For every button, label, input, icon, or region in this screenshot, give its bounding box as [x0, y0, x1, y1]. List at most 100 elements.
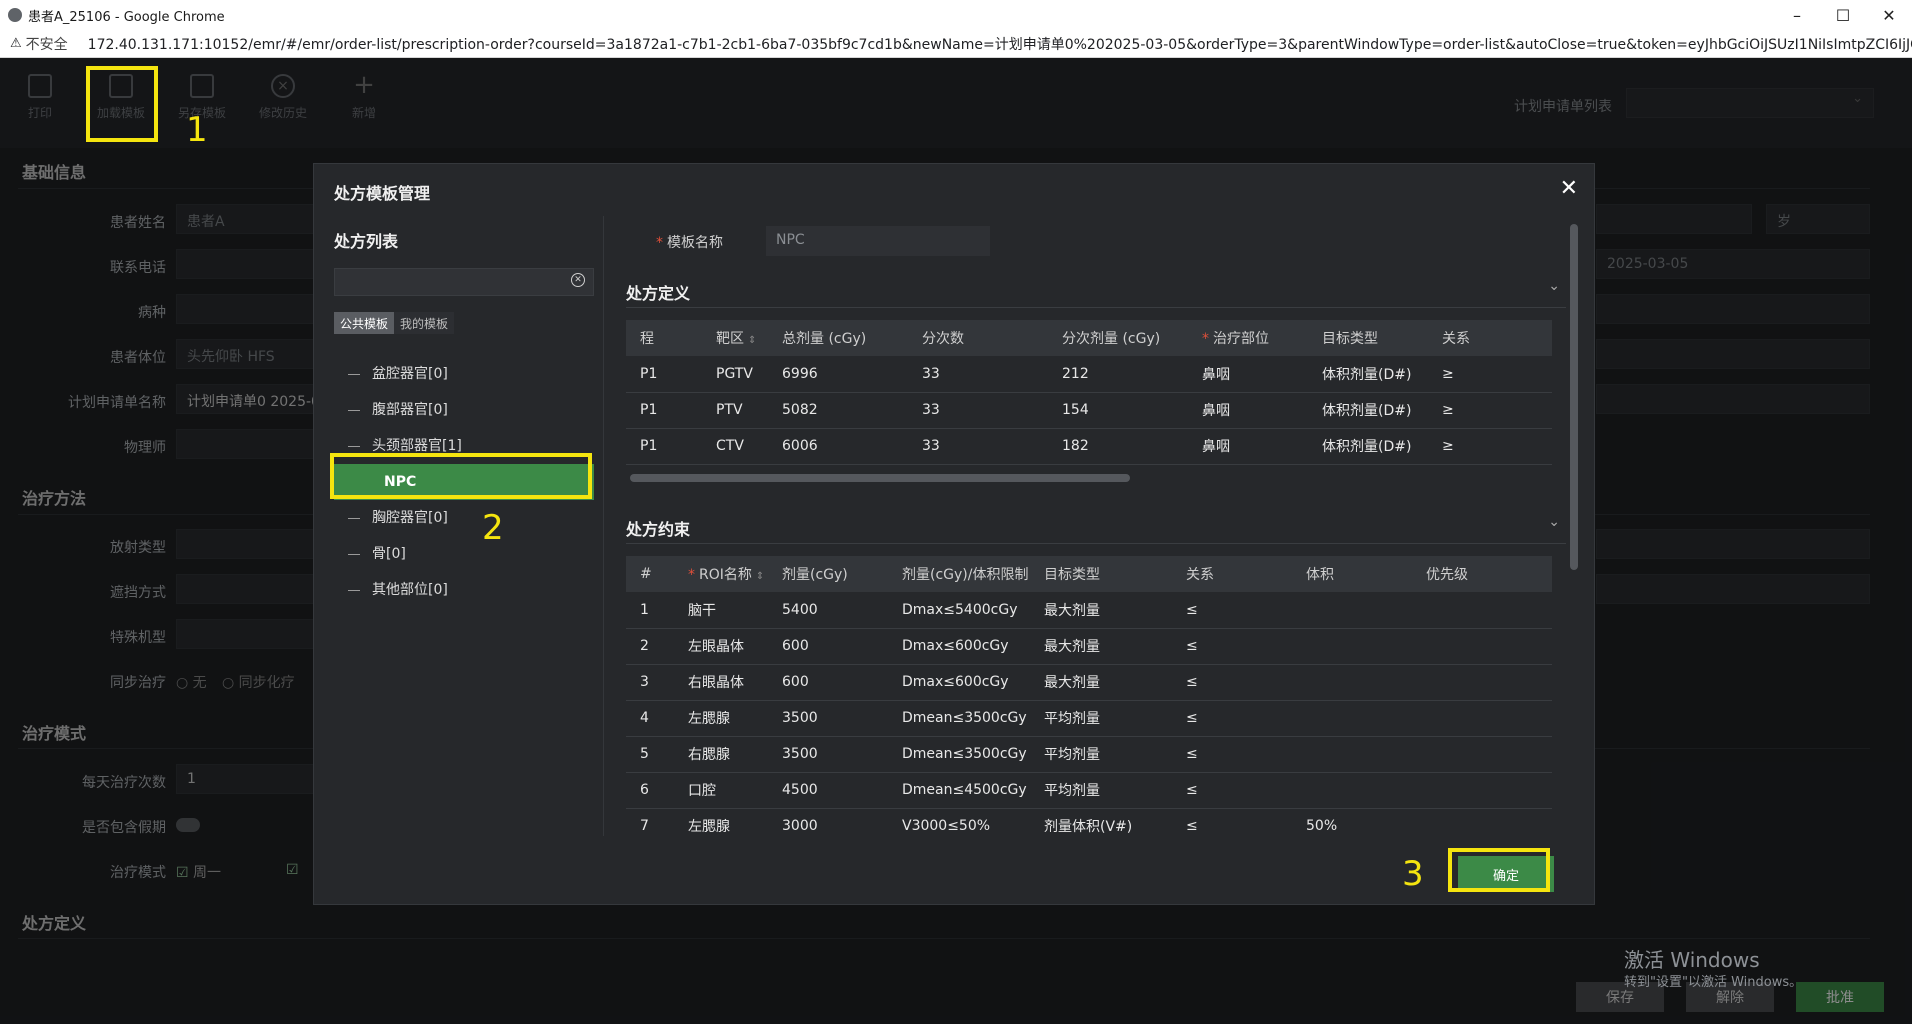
col-goal-type: 目标类型: [1308, 320, 1428, 356]
tree-item-pelvis[interactable]: 盆腔器官[0]: [334, 356, 594, 392]
close-window-button[interactable]: ✕: [1866, 0, 1912, 30]
template-detail-pane: * 模板名称 NPC 处方定义 ⌄ 程 靶区 ⇕ 总剂量 (cGy) 分次数 分次剂…: [606, 216, 1584, 836]
url-text[interactable]: 172.40.131.171:10152/emr/#/emr/order-lis…: [88, 34, 1912, 54]
cell: ≤: [1172, 592, 1292, 629]
table-row[interactable]: 6 口腔 4500 Dmean≤4500cGy 平均剂量 ≤: [626, 772, 1552, 809]
tree-item-thorax[interactable]: 胸腔器官[0]: [334, 500, 594, 536]
col-roi-name[interactable]: * ROI名称 ⇕: [674, 556, 768, 592]
col-fraction-dose: 分次剂量 (cGy): [1048, 320, 1188, 356]
cell: [1412, 736, 1552, 773]
constraints-header-row: # * ROI名称 ⇕ 剂量(cGy) 剂量(cGy)/体积限制 目标类型 关系 体…: [626, 556, 1552, 592]
table-row[interactable]: 2 左眼晶体 600 Dmax≤600cGy 最大剂量 ≤: [626, 628, 1552, 665]
cell: 212: [1048, 356, 1188, 393]
cell: [1292, 592, 1412, 629]
chevron-down-icon[interactable]: ⌄: [1548, 514, 1560, 530]
cell: 600: [768, 664, 888, 701]
annotation-3: 3: [1402, 854, 1424, 894]
col-course: 程: [626, 320, 702, 356]
warning-icon: ⚠: [10, 36, 22, 51]
tree-item-bone[interactable]: 骨[0]: [334, 536, 594, 572]
col-target[interactable]: 靶区 ⇕: [702, 320, 768, 356]
cell: P1: [626, 428, 702, 465]
cell: ≤: [1172, 808, 1292, 836]
tree-item-other[interactable]: 其他部位[0]: [334, 572, 594, 608]
cell: ≥: [1428, 356, 1552, 393]
tab-my-templates[interactable]: 我的模板: [394, 312, 455, 334]
close-icon[interactable]: ✕: [1560, 176, 1578, 201]
cell: 1: [626, 592, 674, 629]
sort-icon[interactable]: ⇕: [748, 335, 756, 346]
required-mark: *: [688, 567, 695, 583]
constraints-title: 处方约束: [626, 520, 691, 539]
maximize-button[interactable]: ☐: [1820, 0, 1866, 30]
cell: 平均剂量: [1030, 700, 1172, 737]
cell: [1292, 736, 1412, 773]
modal-header: 处方模板管理 ✕: [314, 164, 1594, 216]
template-search-input[interactable]: ✕: [334, 268, 594, 296]
col-total-dose: 总剂量 (cGy): [768, 320, 908, 356]
windows-watermark-sub: 转到"设置"以激活 Windows。: [1624, 975, 1803, 990]
horizontal-scrollbar[interactable]: [630, 474, 1130, 482]
cell: P1: [626, 356, 702, 393]
chevron-down-icon[interactable]: ⌄: [1548, 278, 1560, 294]
security-label[interactable]: 不安全: [26, 34, 68, 54]
cell: ≤: [1172, 772, 1292, 809]
cell: [1292, 700, 1412, 737]
cell: 2: [626, 628, 674, 665]
sort-icon[interactable]: ⇕: [756, 571, 764, 582]
table-row[interactable]: 5 右腮腺 3500 Dmean≤3500cGy 平均剂量 ≤: [626, 736, 1552, 773]
highlight-load-template: [86, 66, 158, 142]
table-row[interactable]: P1 CTV 6006 33 182 鼻咽 体积剂量(D#) ≥: [626, 428, 1552, 465]
cell: ≥: [1428, 392, 1552, 429]
cell: PTV: [702, 392, 768, 429]
cell: 最大剂量: [1030, 664, 1172, 701]
col-dose: 剂量(cGy): [768, 556, 888, 592]
cell: 鼻咽: [1188, 356, 1308, 393]
table-row[interactable]: 7 左腮腺 3000 V3000≤50% 剂量体积(V#) ≤ 50%: [626, 808, 1552, 836]
col-volume: 体积: [1292, 556, 1412, 592]
definition-section-header[interactable]: 处方定义 ⌄: [626, 274, 1566, 308]
tab-public-templates[interactable]: 公共模板: [334, 312, 395, 334]
minimize-button[interactable]: –: [1774, 0, 1820, 30]
col-target-label: 靶区: [716, 331, 744, 347]
template-tabs: 公共模板 我的模板: [334, 312, 455, 334]
cell: 182: [1048, 428, 1188, 465]
cell: 50%: [1292, 808, 1412, 836]
cell: 左眼晶体: [674, 628, 768, 665]
annotation-1: 1: [186, 110, 208, 150]
col-roi-name-label: ROI名称: [699, 567, 752, 583]
clear-icon[interactable]: ✕: [571, 273, 585, 287]
cell: Dmean≤3500cGy: [888, 736, 1030, 773]
table-row[interactable]: 4 左腮腺 3500 Dmean≤3500cGy 平均剂量 ≤: [626, 700, 1552, 737]
definition-title: 处方定义: [626, 284, 691, 303]
table-row[interactable]: 3 右眼晶体 600 Dmax≤600cGy 最大剂量 ≤: [626, 664, 1552, 701]
cell: [1292, 628, 1412, 665]
cell: 154: [1048, 392, 1188, 429]
constraints-section-header[interactable]: 处方约束 ⌄: [626, 510, 1566, 544]
table-row[interactable]: P1 PTV 5082 33 154 鼻咽 体积剂量(D#) ≥: [626, 392, 1552, 429]
col-dose-limit: 剂量(cGy)/体积限制: [888, 556, 1030, 592]
cell: [1412, 772, 1552, 809]
cell: 最大剂量: [1030, 628, 1172, 665]
table-row[interactable]: 1 脑干 5400 Dmax≤5400cGy 最大剂量 ≤: [626, 592, 1552, 629]
cell: 3500: [768, 736, 888, 773]
cell: 5400: [768, 592, 888, 629]
cell: 右腮腺: [674, 736, 768, 773]
tree-item-abdomen[interactable]: 腹部器官[0]: [334, 392, 594, 428]
template-name-field[interactable]: NPC: [766, 226, 990, 256]
cell: Dmax≤600cGy: [888, 628, 1030, 665]
cell: [1412, 700, 1552, 737]
cell: 体积剂量(D#): [1308, 392, 1428, 429]
cell: 5: [626, 736, 674, 773]
constraints-table: # * ROI名称 ⇕ 剂量(cGy) 剂量(cGy)/体积限制 目标类型 关系 体…: [626, 556, 1552, 836]
vertical-scrollbar[interactable]: [1570, 224, 1578, 570]
cell: 33: [908, 356, 1048, 393]
col-relation: 关系: [1428, 320, 1552, 356]
cell: 4: [626, 700, 674, 737]
cell: [1412, 628, 1552, 665]
table-row[interactable]: P1 PGTV 6996 33 212 鼻咽 体积剂量(D#) ≥: [626, 356, 1552, 393]
cell: P1: [626, 392, 702, 429]
address-bar[interactable]: ⚠ 不安全 172.40.131.171:10152/emr/#/emr/ord…: [0, 30, 1912, 58]
cell: 5082: [768, 392, 908, 429]
modal-title: 处方模板管理: [334, 184, 431, 203]
